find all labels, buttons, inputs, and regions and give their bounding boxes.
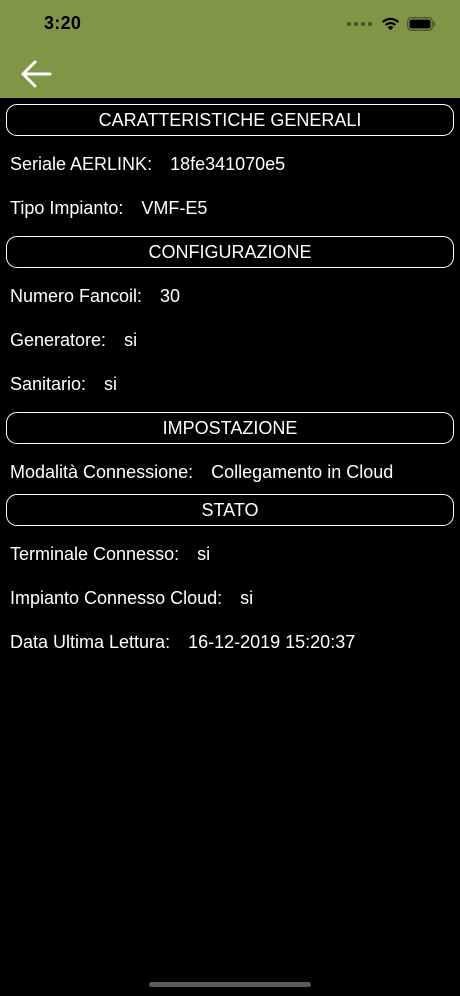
navigation-bar: 3:20: [0, 0, 460, 98]
generator-label: Generatore:: [10, 329, 107, 350]
home-indicator[interactable]: [149, 982, 311, 987]
status-time: 3:20: [44, 13, 82, 33]
serial-value: 18fe341070e5: [170, 153, 286, 174]
system-type-label: Tipo Impianto:: [10, 197, 124, 218]
status-icons: [347, 14, 436, 34]
last-read-label: Data Ultima Lettura:: [10, 631, 171, 652]
row-fancoil: Numero Fancoil: 30: [0, 274, 460, 318]
cloud-connected-value: si: [240, 587, 254, 608]
system-type-value: VMF-E5: [141, 197, 208, 218]
row-last-read: Data Ultima Lettura: 16-12-2019 15:20:37: [0, 620, 460, 664]
last-read-value: 16-12-2019 15:20:37: [188, 631, 356, 652]
row-terminal-connected: Terminale Connesso: si: [0, 532, 460, 576]
row-cloud-connected: Impianto Connesso Cloud: si: [0, 576, 460, 620]
fancoil-value: 30: [160, 285, 181, 306]
section-header-settings: IMPOSTAZIONE: [6, 412, 454, 444]
arrow-left-icon: [21, 60, 52, 88]
row-system-type: Tipo Impianto: VMF-E5: [0, 186, 460, 230]
signal-icon: [347, 22, 372, 26]
sanitary-label: Sanitario:: [10, 373, 87, 394]
serial-label: Seriale AERLINK:: [10, 153, 153, 174]
back-button[interactable]: [18, 56, 56, 92]
section-header-configuration: CONFIGURAZIONE: [6, 236, 454, 268]
row-serial: Seriale AERLINK: 18fe341070e5: [0, 142, 460, 186]
fancoil-label: Numero Fancoil:: [10, 285, 143, 306]
cloud-connected-label: Impianto Connesso Cloud:: [10, 587, 223, 608]
terminal-connected-label: Terminale Connesso:: [10, 543, 180, 564]
sanitary-value: si: [104, 373, 118, 394]
row-connection-mode: Modalità Connessione: Collegamento in Cl…: [0, 450, 460, 494]
terminal-connected-value: si: [197, 543, 211, 564]
generator-value: si: [124, 329, 138, 350]
battery-icon: [407, 17, 436, 31]
details-content: CARATTERISTICHE GENERALI Seriale AERLINK…: [0, 104, 460, 664]
wifi-icon: [382, 17, 399, 31]
section-header-general: CARATTERISTICHE GENERALI: [6, 104, 454, 136]
connection-mode-label: Modalità Connessione:: [10, 461, 194, 482]
row-sanitary: Sanitario: si: [0, 362, 460, 406]
connection-mode-value: Collegamento in Cloud: [211, 461, 394, 482]
section-header-status: STATO: [6, 494, 454, 526]
row-generator: Generatore: si: [0, 318, 460, 362]
